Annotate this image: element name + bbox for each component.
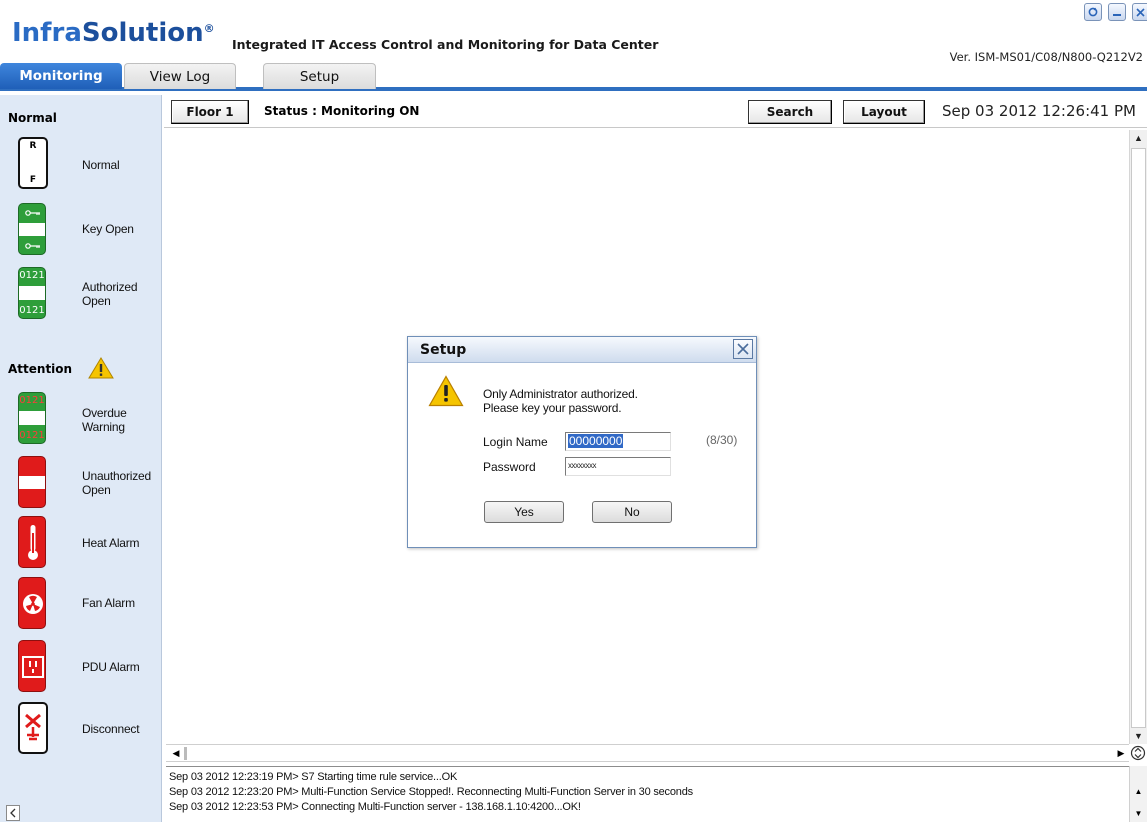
scroll-up-arrow-icon[interactable]: ▲ bbox=[1130, 130, 1147, 146]
log-scroll-up-icon[interactable]: ▲ bbox=[1130, 784, 1147, 798]
authorized-open-icon: 0121 0121 bbox=[18, 267, 46, 319]
login-name-value: 00000000 bbox=[568, 434, 624, 448]
attention-warning-icon bbox=[88, 357, 114, 379]
log-scroll-down-icon[interactable]: ▼ bbox=[1130, 806, 1147, 820]
disconnect-icon bbox=[18, 702, 48, 754]
legend-label-overdue-warning: Overdue Warning bbox=[82, 406, 127, 434]
scroll-right-arrow-icon[interactable]: ▶ bbox=[1113, 746, 1129, 761]
unauthorized-open-icon bbox=[18, 456, 46, 508]
log-entry: Sep 03 2012 12:23:53 PM> Connecting Mult… bbox=[169, 801, 581, 813]
overdue-code-bottom: 0121 bbox=[19, 430, 45, 441]
logo-mark: ® bbox=[203, 22, 215, 35]
dialog-close-button[interactable] bbox=[733, 339, 753, 359]
logo-suffix: Solution bbox=[81, 18, 204, 48]
legend-label-normal: Normal bbox=[82, 158, 120, 172]
app-logo: InfraSolution® bbox=[12, 18, 215, 48]
login-length-counter: (8/30) bbox=[706, 433, 738, 447]
legend-label-unauthorized-line1: Unauthorized bbox=[82, 469, 151, 483]
legend-label-fan-alarm: Fan Alarm bbox=[82, 596, 135, 610]
sidebar-collapse-button[interactable] bbox=[6, 805, 20, 821]
legend-heading-normal: Normal bbox=[8, 111, 57, 125]
log-entry: Sep 03 2012 12:23:20 PM> Multi-Function … bbox=[169, 786, 693, 798]
dialog-message-line2: Please key your password. bbox=[483, 401, 622, 415]
key-open-icon bbox=[18, 203, 46, 255]
current-datetime: Sep 03 2012 12:26:41 PM bbox=[942, 102, 1136, 120]
layout-button[interactable]: Layout bbox=[843, 100, 925, 124]
status-legend-sidebar: Normal R F Normal Key Open 0121 0121 Aut… bbox=[0, 95, 162, 822]
legend-label-authorized-open: Authorized Open bbox=[82, 280, 138, 308]
close-icon[interactable] bbox=[1132, 3, 1147, 21]
event-log-panel: Sep 03 2012 12:23:19 PM> S7 Starting tim… bbox=[166, 766, 1129, 822]
password-label: Password bbox=[483, 460, 536, 474]
no-button[interactable]: No bbox=[592, 501, 672, 523]
tab-setup[interactable]: Setup bbox=[263, 63, 376, 89]
pdu-alarm-icon bbox=[18, 640, 46, 692]
main-tab-bar: Monitoring View Log Setup bbox=[0, 63, 1147, 91]
search-button[interactable]: Search bbox=[748, 100, 832, 124]
fan-alarm-icon bbox=[18, 577, 46, 629]
dialog-title-bar[interactable]: Setup bbox=[408, 337, 756, 363]
toolbar-divider bbox=[164, 127, 1147, 128]
dialog-message-line1: Only Administrator authorized. bbox=[483, 387, 638, 401]
authorized-open-code-bottom: 0121 bbox=[19, 305, 45, 316]
legend-label-overdue-line1: Overdue bbox=[82, 406, 127, 420]
legend-label-unauthorized-line2: Open bbox=[82, 483, 111, 497]
log-entry: Sep 03 2012 12:23:19 PM> S7 Starting tim… bbox=[169, 771, 458, 783]
refresh-icon[interactable] bbox=[1084, 3, 1102, 21]
overdue-code-top: 0121 bbox=[19, 395, 45, 406]
zoom-toggle-button[interactable] bbox=[1129, 744, 1147, 762]
rack-glyph-bottom: F bbox=[29, 175, 37, 185]
dialog-title: Setup bbox=[420, 342, 467, 358]
yes-button[interactable]: Yes bbox=[484, 501, 564, 523]
authorized-open-code-top: 0121 bbox=[19, 270, 45, 281]
legend-label-pdu-alarm: PDU Alarm bbox=[82, 660, 140, 674]
legend-label-unauthorized-open: Unauthorized Open bbox=[82, 469, 151, 497]
login-name-field[interactable]: 00000000 bbox=[565, 432, 671, 451]
version-label: Ver. ISM-MS01/C08/N800-Q212V2 bbox=[949, 50, 1143, 64]
legend-label-disconnect: Disconnect bbox=[82, 722, 140, 736]
legend-label-heat-alarm: Heat Alarm bbox=[82, 536, 140, 550]
close-icon bbox=[737, 343, 749, 355]
setup-login-dialog: Setup Only Administrator authorized. Ple… bbox=[407, 336, 757, 548]
legend-label-authorized-line2: Open bbox=[82, 294, 111, 308]
floor-selector-button[interactable]: Floor 1 bbox=[171, 100, 249, 124]
log-scrollbar[interactable]: ▲ ▼ bbox=[1129, 766, 1147, 822]
chevron-left-icon bbox=[10, 808, 16, 818]
legend-heading-attention: Attention bbox=[8, 362, 73, 376]
tab-monitoring[interactable]: Monitoring bbox=[0, 63, 122, 89]
login-name-label: Login Name bbox=[483, 435, 548, 449]
legend-label-authorized-line1: Authorized bbox=[82, 280, 138, 294]
rack-glyph-top: R bbox=[29, 141, 37, 151]
canvas-horizontal-scrollbar[interactable]: ◀ ▶ bbox=[166, 744, 1129, 762]
scroll-left-arrow-icon[interactable]: ◀ bbox=[168, 746, 184, 761]
rack-normal-icon: R F bbox=[18, 137, 48, 189]
app-tagline: Integrated IT Access Control and Monitor… bbox=[232, 37, 659, 52]
vertical-scroll-thumb[interactable] bbox=[1131, 148, 1146, 728]
overdue-warning-icon: 0121 0121 bbox=[18, 392, 46, 444]
canvas-vertical-scrollbar[interactable]: ▲ ▼ bbox=[1129, 130, 1147, 744]
horizontal-scroll-thumb[interactable] bbox=[184, 747, 187, 760]
scroll-down-arrow-icon[interactable]: ▼ bbox=[1130, 728, 1147, 744]
zoom-toggle-icon bbox=[1130, 745, 1146, 761]
warning-icon bbox=[428, 375, 464, 407]
minimize-icon[interactable] bbox=[1108, 3, 1126, 21]
password-field[interactable]: xxxxxxxx bbox=[565, 457, 671, 476]
logo-prefix: Infra bbox=[12, 18, 82, 48]
heat-alarm-icon bbox=[18, 516, 46, 568]
monitoring-status: Status : Monitoring ON bbox=[264, 104, 420, 118]
legend-label-key-open: Key Open bbox=[82, 222, 134, 236]
tab-view-log[interactable]: View Log bbox=[124, 63, 236, 89]
legend-label-overdue-line2: Warning bbox=[82, 420, 125, 434]
password-mask: xxxxxxxx bbox=[568, 461, 597, 470]
